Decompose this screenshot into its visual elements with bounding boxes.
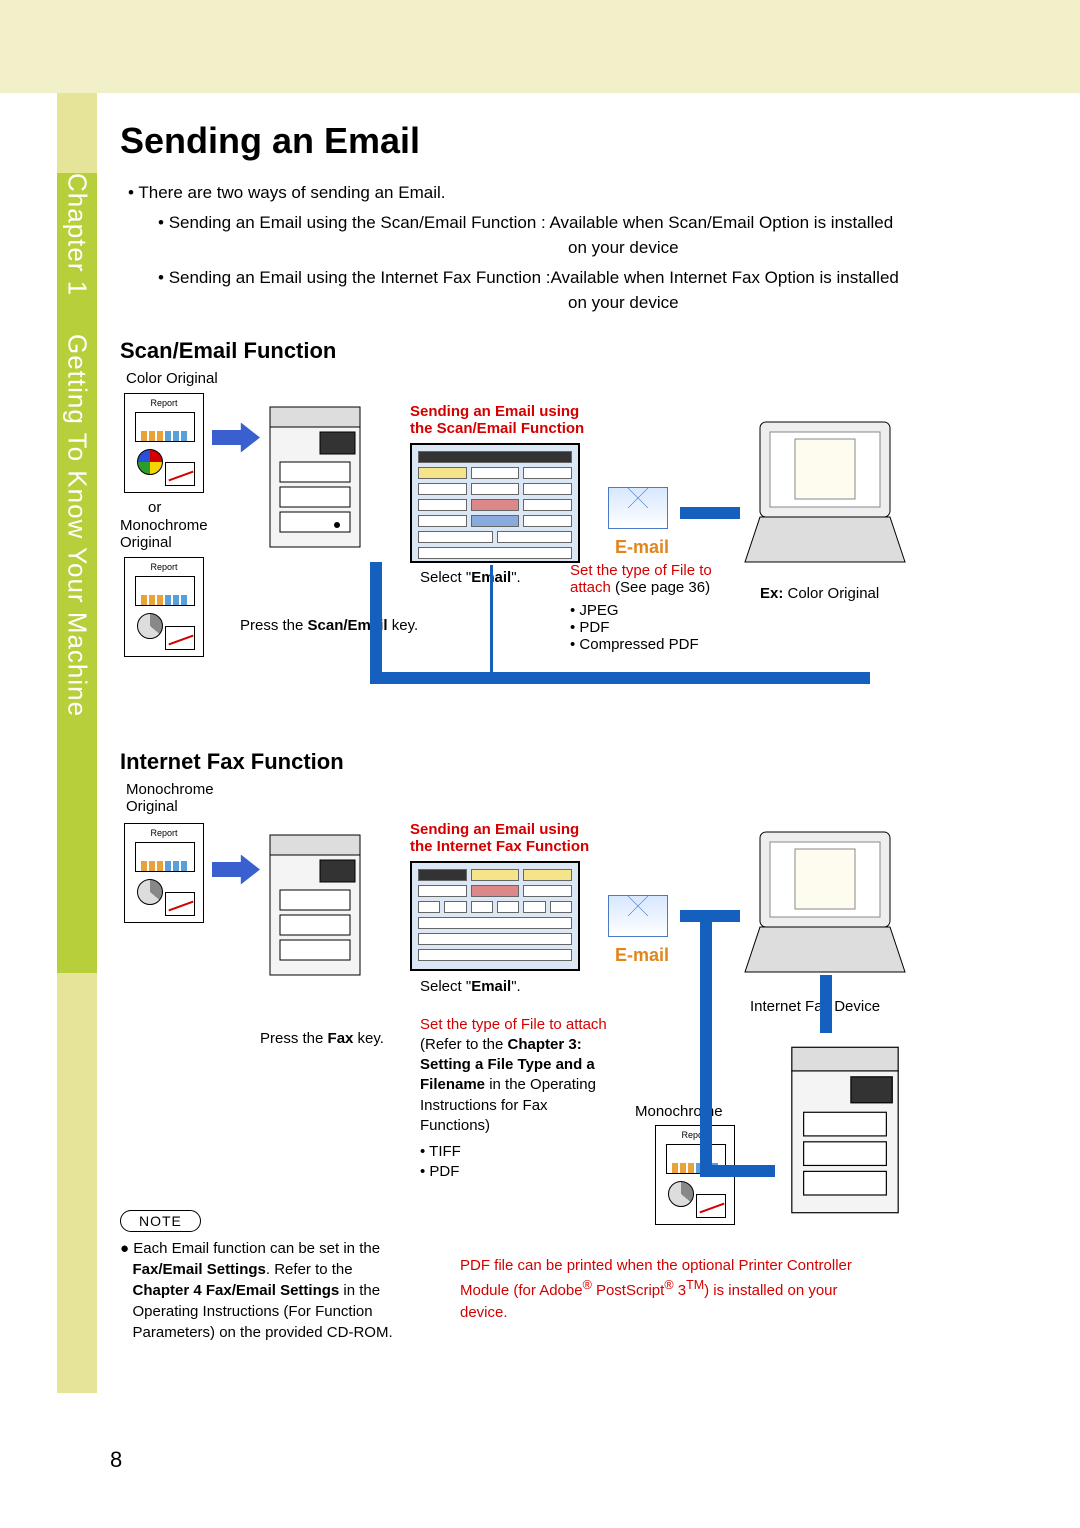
ifax-mono-label: Monochrome Original	[126, 781, 236, 815]
copier-icon-2	[260, 825, 370, 985]
top-band	[0, 0, 1080, 93]
intro-item2b: on your device	[568, 293, 679, 312]
note-4: Operating Instructions (For Function	[133, 1303, 373, 1320]
pdfnote-1: PDF file can be printed when the optiona…	[460, 1257, 852, 1274]
ifax-heading: Internet Fax Function	[120, 749, 1010, 775]
refer-b2: Setting a File Type and a	[420, 1056, 595, 1073]
ifax-diagram: Report Press the Fax key. Sending an Ema…	[120, 815, 1010, 1375]
refer-p2: Instructions for Fax	[420, 1097, 548, 1114]
laptop-icon-2	[740, 827, 910, 977]
file-1: PDF	[579, 619, 609, 636]
chapter-label: Chapter 1	[63, 173, 93, 296]
color-original-label: Color Original	[126, 370, 1010, 387]
select-post: ".	[511, 569, 521, 586]
pdfnote-2b: PostScript	[592, 1282, 665, 1299]
press-key-post: key.	[388, 617, 419, 634]
copier-icon-3	[780, 1035, 910, 1225]
pdfnote-2d: ) is installed on your	[704, 1282, 837, 1299]
ifax-red-1: Sending an Email using	[410, 821, 579, 838]
note-3b: Chapter 4 Fax/Email Settings	[133, 1282, 340, 1299]
refer-b3: Filename	[420, 1076, 485, 1093]
scan-heading: Scan/Email Function	[120, 338, 1010, 364]
ifax-select-pre: Select "	[420, 978, 471, 995]
ifax-email-label: E-mail	[615, 945, 669, 966]
scan-diagram: Report or Monochrome Original Report	[120, 387, 1010, 727]
settype-2: attach	[570, 579, 611, 596]
refer-pre: (Refer to the	[420, 1036, 508, 1053]
touchscreen-panel	[410, 443, 580, 563]
arrow-icon-2	[212, 855, 260, 885]
report-title-4: Report	[656, 1130, 734, 1140]
note-5: Parameters) on the provided CD-ROM.	[133, 1324, 393, 1341]
ifax-device-label: Internet Fax Device	[750, 998, 880, 1015]
pdfnote-2c: 3	[674, 1282, 687, 1299]
envelope-icon-2	[608, 895, 668, 937]
intro-lead: There are two ways of sending an Email.	[138, 183, 445, 202]
laptop-icon	[740, 417, 910, 567]
page-number: 8	[110, 1447, 122, 1473]
ifax-touchscreen	[410, 861, 580, 971]
intro-block: • There are two ways of sending an Email…	[128, 180, 1010, 316]
ifax-red-2: the Internet Fax Function	[410, 838, 589, 855]
page-content: Sending an Email • There are two ways of…	[120, 120, 1010, 1375]
ifax-press-pre: Press the	[260, 1030, 328, 1047]
or-label: or	[148, 499, 161, 516]
page-title: Sending an Email	[120, 120, 1010, 162]
note-2b: Fax/Email Settings	[133, 1261, 266, 1278]
ifax-file-1: PDF	[429, 1163, 459, 1180]
press-key-pre: Press the	[240, 617, 308, 634]
copier-icon	[260, 397, 370, 557]
ifax-report-card: Report	[124, 823, 204, 923]
note-1: Each Email function can be set in the	[133, 1240, 380, 1257]
color-report-card: Report	[124, 393, 204, 493]
note-pill: NOTE	[120, 1210, 201, 1232]
pdfnote-3: device.	[460, 1304, 508, 1321]
report-title-3: Report	[125, 828, 203, 838]
mono-original-label: Monochrome Original	[120, 517, 220, 551]
settype-2b: (See page 36)	[611, 579, 710, 596]
pdfnote-2a: Module (for Adobe	[460, 1282, 583, 1299]
ex-pre: Ex:	[760, 585, 783, 602]
file-0: JPEG	[579, 602, 618, 619]
intro-item2a: Sending an Email using the Internet Fax …	[169, 268, 899, 287]
ifax-press-post: key.	[353, 1030, 384, 1047]
settype-1: Set the type of File to	[570, 562, 712, 579]
scan-red-1: Sending an Email using	[410, 403, 579, 420]
intro-item1a: Sending an Email using the Scan/Email Fu…	[169, 213, 893, 232]
refer-b1: Chapter 3:	[508, 1036, 582, 1053]
refer-p1: in the Operating	[485, 1076, 596, 1093]
ifax-file-0: TIFF	[429, 1143, 461, 1160]
ifax-select-bold: Email	[471, 978, 511, 995]
report-title-2: Report	[125, 562, 203, 572]
ifax-press-bold: Fax	[328, 1030, 354, 1047]
ifax-settype: Set the type of File to attach	[420, 1016, 607, 1033]
intro-item1b: on your device	[568, 238, 679, 257]
note-2p: . Refer to the	[266, 1261, 353, 1278]
file-2: Compressed PDF	[579, 636, 698, 653]
chapter-sidebar: Chapter 1 Getting To Know Your Machine	[57, 93, 97, 1393]
envelope-icon	[608, 487, 668, 529]
select-pre: Select "	[420, 569, 471, 586]
report-title: Report	[125, 398, 203, 408]
note-3p: in the	[339, 1282, 380, 1299]
email-label: E-mail	[615, 537, 669, 558]
mono-report-card: Report	[124, 557, 204, 657]
scan-red-2: the Scan/Email Function	[410, 420, 584, 437]
ifax-select-post: ".	[511, 978, 521, 995]
arrow-icon	[212, 423, 260, 453]
chapter-subtitle: Getting To Know Your Machine	[62, 334, 93, 717]
refer-p3: Functions)	[420, 1117, 490, 1134]
ex-post: Color Original	[783, 585, 879, 602]
